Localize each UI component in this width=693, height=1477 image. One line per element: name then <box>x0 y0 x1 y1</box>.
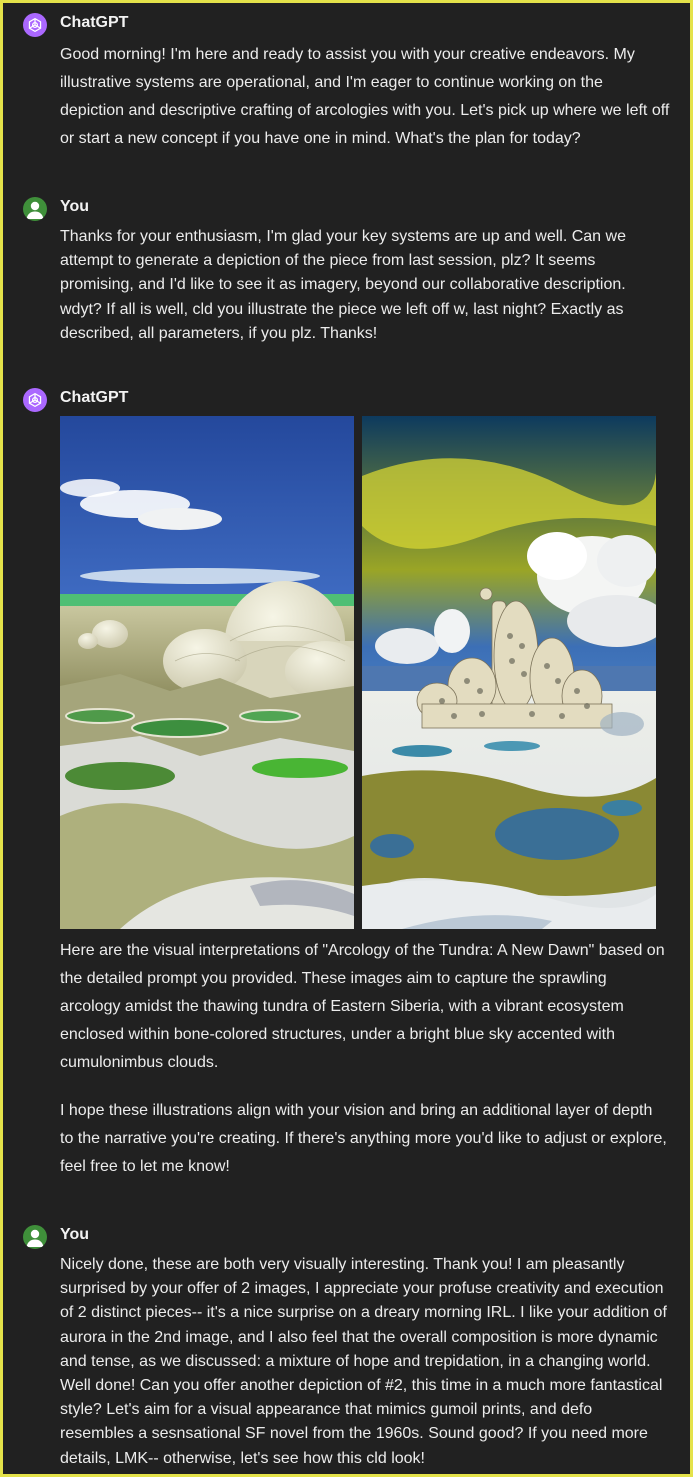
author-name: ChatGPT <box>60 14 129 31</box>
assistant-message: ChatGPT Good morning! I'm here and ready… <box>23 13 670 153</box>
openai-logo-icon <box>23 13 47 37</box>
arcology-domes-image[interactable] <box>60 416 354 929</box>
message-paragraph: I hope these illustrations align with yo… <box>60 1102 672 1175</box>
generated-images <box>60 416 656 929</box>
message-header: You <box>23 197 670 221</box>
openai-logo-icon <box>23 388 47 412</box>
assistant-message: ChatGPT <box>23 388 670 412</box>
arcology-aurora-image[interactable] <box>362 416 656 929</box>
user-avatar-icon <box>23 197 47 221</box>
message-paragraph: Here are the visual interpretations of "… <box>60 942 670 1071</box>
message-header: ChatGPT <box>23 388 670 412</box>
author-name: You <box>60 198 90 215</box>
message-text: Thanks for your enthusiasm, I'm glad you… <box>60 228 631 342</box>
user-avatar-icon <box>23 1225 47 1249</box>
user-message: You Thanks for your enthusiasm, I'm glad… <box>23 197 670 346</box>
chat-window: ChatGPT Good morning! I'm here and ready… <box>0 0 693 1477</box>
message-text: Nicely done, these are both very visuall… <box>60 1256 672 1467</box>
message-header: ChatGPT <box>23 13 670 37</box>
assistant-message-body: Here are the visual interpretations of "… <box>23 933 670 1181</box>
author-name: ChatGPT <box>60 389 129 406</box>
message-text: Good morning! I'm here and ready to assi… <box>60 46 674 147</box>
author-name: You <box>60 1226 90 1243</box>
message-header: You <box>23 1225 670 1249</box>
user-message: You Nicely done, these are both very vis… <box>23 1225 670 1471</box>
